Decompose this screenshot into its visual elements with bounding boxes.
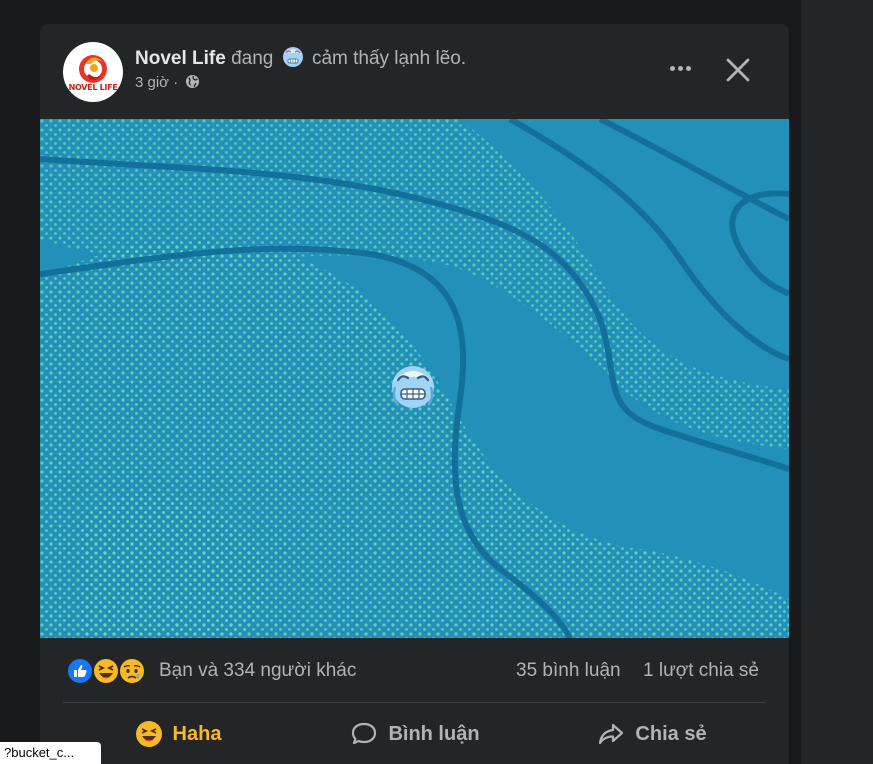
post-stats: Bạn và 334 người khác 35 bình luận 1 lượ… — [40, 638, 789, 702]
share-label: Chia sẻ — [635, 722, 707, 745]
post-header: NOVEL LIFE Novel Life đang cảm thấy lạnh… — [40, 24, 789, 119]
comment-icon — [352, 722, 377, 745]
feeling-prefix: đang — [231, 48, 274, 69]
like-reaction-icon — [66, 657, 94, 685]
page-avatar[interactable]: NOVEL LIFE — [63, 42, 123, 102]
globe-icon[interactable] — [185, 74, 200, 89]
status-bar-url: ?bucket_c... — [0, 742, 101, 764]
post-title-line: Novel Life đang cảm thấy lạnh lẽo. — [135, 46, 466, 71]
side-panel — [801, 0, 873, 764]
close-icon[interactable] — [720, 52, 756, 88]
avatar-logo-text: NOVEL LIFE — [68, 83, 118, 92]
haha-reaction-icon — [135, 721, 162, 747]
share-icon — [599, 723, 624, 745]
share-count[interactable]: 1 lượt chia sẻ — [643, 660, 759, 682]
comment-label: Bình luận — [388, 722, 480, 745]
page-name-link[interactable]: Novel Life — [135, 48, 226, 69]
post-viewer-card: NOVEL LIFE Novel Life đang cảm thấy lạnh… — [40, 24, 789, 764]
reaction-summary[interactable]: Bạn và 334 người khác — [159, 660, 356, 682]
more-horizontal-icon — [670, 66, 675, 71]
feeling-text: cảm thấy lạnh lẽo. — [311, 48, 467, 69]
novel-life-logo — [79, 55, 107, 83]
more-dot — [686, 66, 691, 71]
cold-face-icon — [282, 47, 303, 67]
divider — [63, 702, 766, 703]
reaction-icons[interactable] — [66, 657, 150, 685]
more-dot — [678, 66, 683, 71]
post-actions: Haha Bình luận Chia sẻ — [40, 704, 789, 764]
comment-button[interactable]: Bình luận — [300, 704, 530, 764]
sad-reaction-icon — [118, 657, 146, 685]
share-button[interactable]: Chia sẻ — [537, 704, 767, 764]
cold-face-icon — [392, 366, 434, 408]
comment-count[interactable]: 35 bình luận — [516, 660, 621, 682]
haha-label: Haha — [172, 722, 222, 745]
post-meta: 3 giờ · — [135, 74, 200, 92]
post-timestamp[interactable]: 3 giờ · — [135, 74, 178, 91]
post-media[interactable] — [40, 116, 789, 640]
more-options-button[interactable] — [666, 54, 702, 82]
haha-reaction-icon — [92, 657, 120, 685]
